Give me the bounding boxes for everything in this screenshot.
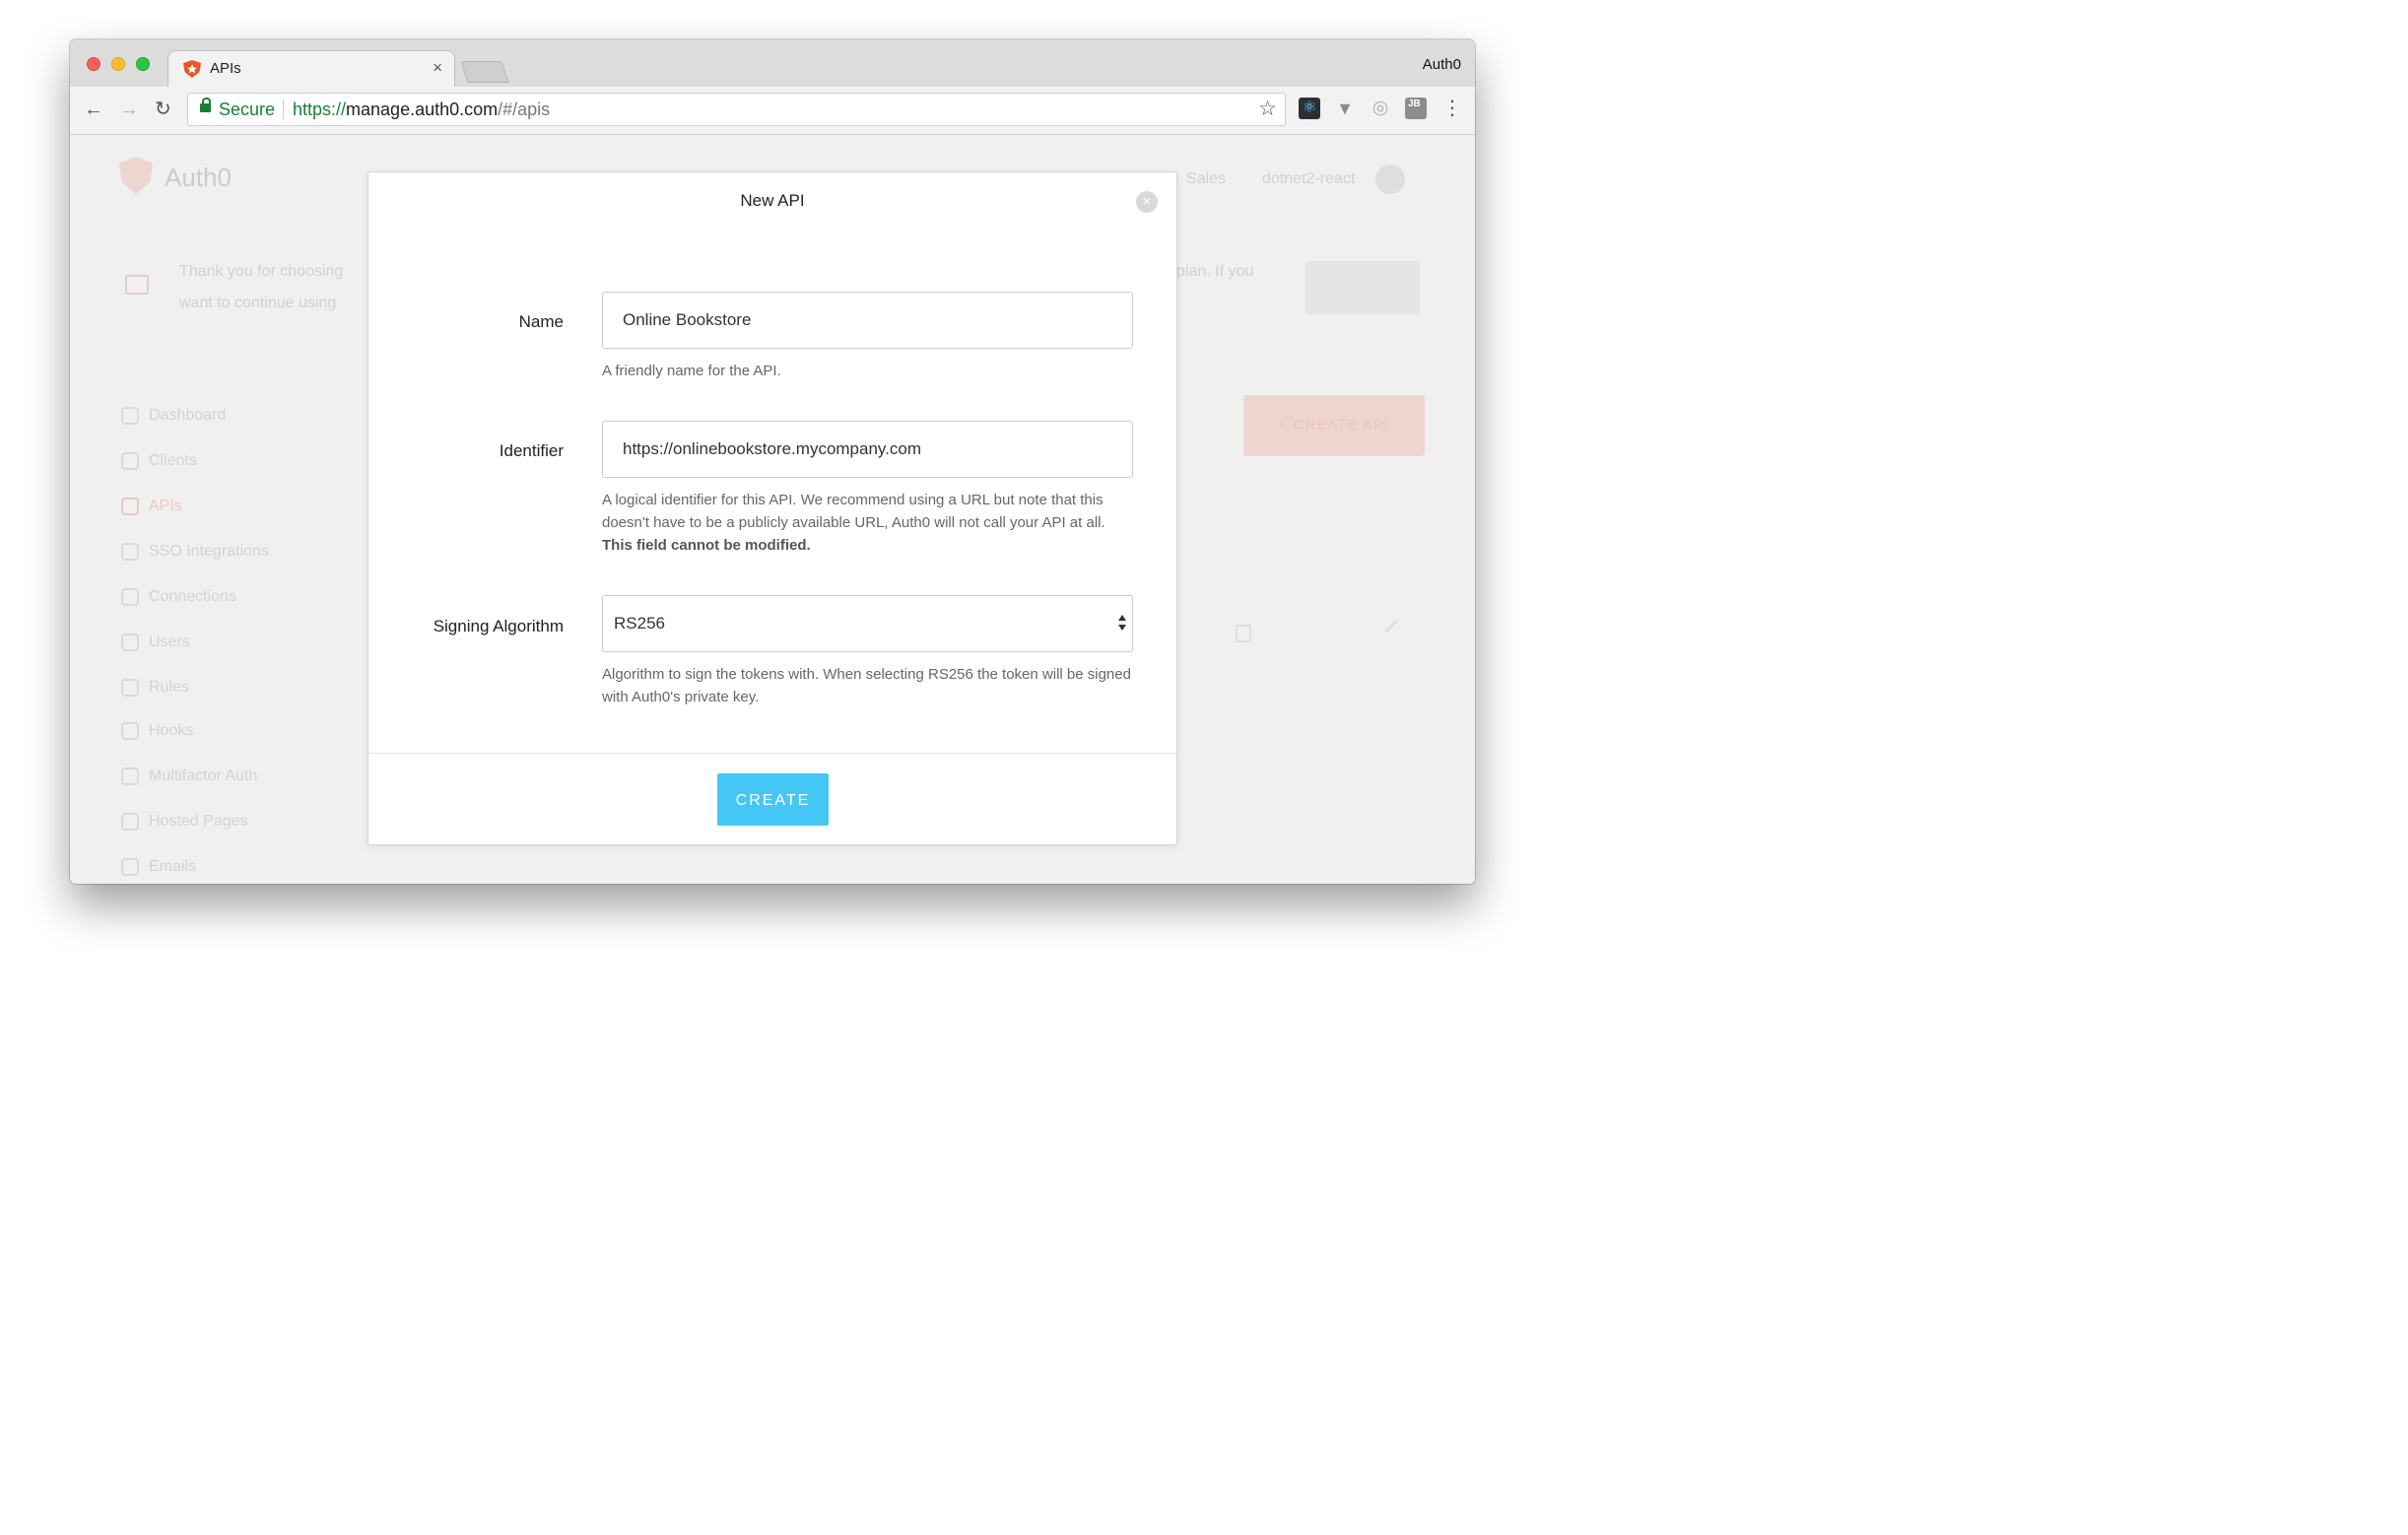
omnibox-divider: [283, 100, 284, 119]
auth0-shield-icon: [183, 60, 201, 78]
signing-algorithm-value: RS256: [614, 614, 665, 633]
back-icon[interactable]: ←: [84, 98, 103, 121]
name-label: Name: [518, 312, 564, 331]
identifier-label: Identifier: [499, 441, 564, 460]
create-button[interactable]: CREATE: [717, 773, 829, 826]
select-arrows-icon: [1117, 615, 1127, 633]
url-path: /#/apis: [498, 100, 551, 119]
identifier-help-text: A logical identifier for this API. We re…: [602, 492, 1105, 554]
identifier-input[interactable]: https://onlinebookstore.mycompany.com: [602, 421, 1133, 478]
signing-algorithm-select[interactable]: RS256: [602, 595, 1133, 652]
name-help-text: A friendly name for the API.: [602, 363, 781, 379]
signing-algorithm-label: Signing Algorithm: [433, 617, 564, 635]
profile-name[interactable]: Auth0: [1423, 56, 1461, 73]
react-devtools-icon[interactable]: ⚛: [1299, 98, 1320, 119]
secure-label: Secure: [219, 100, 276, 119]
tab-strip: APIs × Auth0: [70, 39, 1475, 87]
new-tab-button[interactable]: [460, 61, 509, 83]
minimize-window-button[interactable]: [111, 57, 125, 71]
identifier-help-warning: This field cannot be modified.: [602, 537, 811, 554]
bookmark-star-icon[interactable]: ☆: [1258, 97, 1277, 121]
vue-devtools-icon[interactable]: ▼: [1334, 98, 1356, 119]
browser-menu-icon[interactable]: ⋮: [1442, 97, 1462, 120]
signing-algorithm-help-text: Algorithm to sign the tokens with. When …: [602, 666, 1131, 705]
dialog-footer-divider: [368, 753, 1176, 754]
close-window-button[interactable]: [87, 57, 100, 71]
reload-icon[interactable]: ↻: [155, 98, 171, 121]
dialog-close-icon[interactable]: ×: [1136, 191, 1158, 213]
tab-apis[interactable]: APIs ×: [168, 51, 454, 87]
forward-icon[interactable]: →: [119, 98, 139, 121]
jetbrains-icon[interactable]: JB: [1405, 98, 1427, 119]
name-input[interactable]: Online Bookstore: [602, 292, 1133, 349]
new-api-dialog: New API × Name Online Bookstore A friend…: [368, 171, 1177, 845]
url-scheme: https://: [293, 100, 347, 119]
tab-close-icon[interactable]: ×: [433, 58, 442, 78]
url-host: manage.auth0.com: [346, 100, 499, 119]
browser-window: APIs × Auth0 ← → ↻ Secure https://manage…: [70, 39, 1475, 884]
address-bar[interactable]: Secure https://manage.auth0.com/#/apis ☆: [187, 93, 1286, 126]
zoom-window-button[interactable]: [136, 57, 150, 71]
extension-icon[interactable]: ◎: [1370, 98, 1391, 119]
browser-toolbar: ← → ↻ Secure https://manage.auth0.com/#/…: [70, 87, 1475, 135]
tab-title: APIs: [210, 60, 241, 77]
dialog-title: New API: [740, 191, 805, 210]
lock-icon: [200, 98, 211, 112]
url-text[interactable]: https://manage.auth0.com/#/apis: [293, 100, 550, 120]
